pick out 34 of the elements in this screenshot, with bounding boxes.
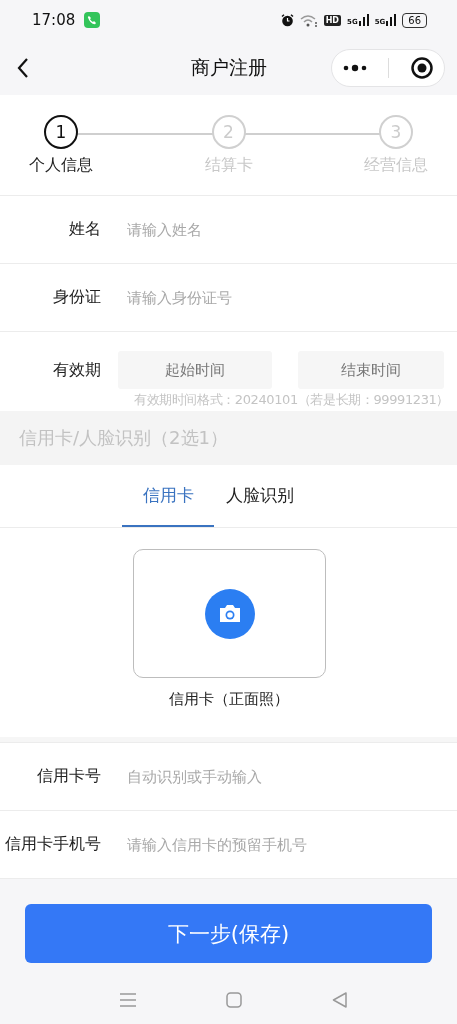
date-field[interactable]: 结束时间 [298, 351, 444, 389]
camera-icon [204, 588, 255, 639]
alarm-icon [280, 13, 294, 27]
back-button[interactable] [16, 56, 30, 79]
home-button[interactable] [225, 992, 242, 1008]
format-hint: 有效期时间格式：20240101（若是长期：99991231） [134, 392, 449, 407]
upload-caption: 信用卡（正面照） [168, 690, 289, 709]
step-circle: 1 [44, 115, 78, 149]
page-title: 商户注册 [190, 55, 267, 78]
field-label: 有效期 [52, 359, 101, 381]
step-label: 个人信息 [29, 155, 93, 176]
input-field[interactable]: 请输入信用卡的预留手机号 [127, 835, 457, 854]
battery-level: 66 [402, 12, 427, 28]
input-field[interactable]: 自动识别或手动输入 [127, 767, 457, 786]
signal-icon [386, 14, 397, 26]
date-field[interactable]: 起始时间 [118, 351, 272, 389]
tab[interactable]: 人脸识别 [214, 465, 306, 527]
field-label: 信用卡号 [36, 766, 101, 787]
phone-icon [84, 12, 101, 28]
back-nav-button[interactable] [331, 992, 348, 1008]
next-step-button[interactable]: 下一步(保存) [25, 904, 432, 963]
field-label: 姓名 [68, 219, 101, 240]
close-button[interactable] [409, 55, 434, 80]
photo-upload-box[interactable] [133, 549, 326, 678]
hd-badge: HD [323, 14, 341, 26]
clock-time: 17:08 [32, 11, 76, 29]
input-field[interactable]: 请输入身份证号 [127, 288, 457, 307]
field-label: 身份证 [52, 287, 101, 308]
signal-icon [358, 14, 369, 26]
more-button[interactable] [342, 63, 369, 72]
input-field[interactable]: 请输入姓名 [127, 220, 457, 239]
field-label: 信用卡手机号 [4, 834, 101, 855]
wifi-icon [299, 13, 318, 27]
menu-button[interactable] [119, 992, 136, 1008]
